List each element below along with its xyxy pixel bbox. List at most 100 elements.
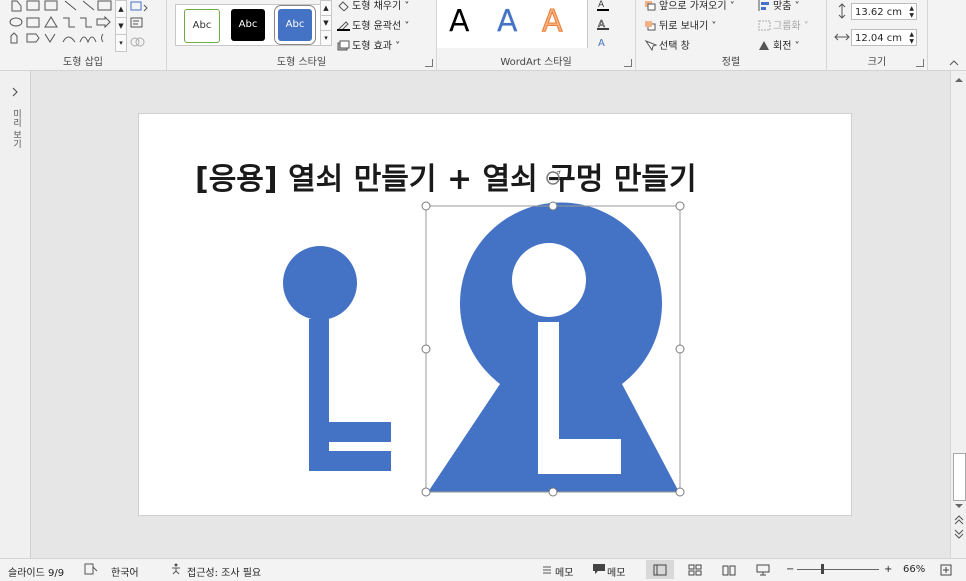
align-label: 맞춤 — [773, 1, 792, 12]
bring-forward-button[interactable]: 앞으로 가져오기 ˅ — [644, 0, 735, 12]
previous-slide-icon[interactable] — [953, 514, 965, 526]
resize-handle-s[interactable] — [548, 487, 558, 497]
scroll-thumb[interactable] — [953, 453, 966, 501]
collapse-ribbon-icon[interactable] — [948, 58, 960, 68]
language-status[interactable]: 한국어 — [111, 564, 139, 579]
keyhole-shape[interactable] — [428, 202, 679, 492]
group-shape-styles: Abc Abc Abc ▲ ▼ ▾ 도형 채우기 ˅ 도형 윤곽선 ˅ 도형 효… — [167, 0, 437, 70]
style-gallery-more-button[interactable]: ▾ — [320, 30, 332, 46]
svg-text:A: A — [598, 38, 605, 48]
slide-sorter-icon[interactable] — [688, 564, 702, 576]
normal-view-icon — [653, 564, 667, 576]
zoom-slider[interactable] — [797, 564, 879, 574]
spellcheck-icon[interactable] — [84, 563, 98, 575]
zoom-level[interactable]: 66% — [903, 564, 925, 575]
thumbnail-pane: 미리 보기 — [0, 71, 31, 558]
expand-pane-icon[interactable] — [9, 86, 21, 98]
wordart-orange[interactable]: A — [542, 4, 564, 40]
wordart-blue[interactable]: A — [497, 4, 518, 40]
shape-height-value: 13.62 cm — [855, 7, 903, 18]
slideshow-icon[interactable] — [756, 564, 770, 576]
merge-shapes-icon[interactable] — [130, 36, 150, 48]
key-shape[interactable] — [283, 246, 391, 471]
accessibility-status[interactable]: 접근성: 조사 필요 — [187, 564, 261, 579]
gallery-up-button[interactable]: ▲ — [115, 0, 127, 18]
group-insert-shapes: ▲ ▼ ▾ 도형 삽입 — [0, 0, 167, 70]
send-backward-label: 뒤로 보내기 — [659, 21, 709, 32]
accessibility-icon[interactable] — [170, 563, 184, 575]
next-slide-icon[interactable] — [953, 528, 965, 540]
resize-handle-nw[interactable] — [421, 201, 431, 211]
style-sample-outline[interactable]: Abc — [184, 9, 220, 43]
group-label-shape-styles: 도형 스타일 — [276, 57, 327, 68]
height-spinner[interactable]: ▲ ▼ — [909, 5, 914, 19]
vertical-scrollbar[interactable] — [950, 71, 966, 558]
send-backward-icon — [645, 21, 656, 31]
style-gallery-up-button[interactable]: ▲ — [320, 0, 332, 16]
edit-shape-icon[interactable] — [130, 0, 150, 12]
style-sample-blue[interactable]: Abc — [278, 9, 312, 41]
shape-effects-label: 도형 효과 — [352, 41, 392, 52]
text-effects-icon[interactable]: A — [597, 36, 617, 48]
normal-view-button[interactable] — [646, 560, 674, 579]
shape-height-input[interactable]: 13.62 cm ▲ ▼ — [851, 3, 917, 20]
notes-button[interactable]: 메모 — [555, 564, 573, 579]
shape-effects-icon — [337, 40, 350, 51]
scroll-up-icon[interactable] — [953, 75, 965, 85]
shape-outline-label: 도형 윤곽선 — [352, 21, 402, 32]
text-fill-icon[interactable]: A — [597, 0, 617, 12]
align-icon — [758, 0, 769, 11]
shape-width-input[interactable]: 12.04 cm ▲ ▼ — [851, 29, 917, 46]
wordart-black[interactable]: A — [449, 4, 470, 40]
gallery-down-button[interactable]: ▼ — [115, 17, 127, 35]
text-outline-icon[interactable]: A — [597, 18, 617, 30]
align-button[interactable]: 맞춤 ˅ — [758, 0, 800, 12]
rotate-handle-icon[interactable] — [546, 170, 561, 185]
resize-handle-ne[interactable] — [675, 201, 685, 211]
rotate-button[interactable]: 회전 ˅ — [758, 37, 800, 52]
shape-style-gallery[interactable]: Abc Abc Abc — [175, 4, 327, 46]
resize-handle-n[interactable] — [548, 201, 558, 211]
shape-effects-button[interactable]: 도형 효과 ˅ — [337, 37, 400, 52]
scroll-down-icon[interactable] — [953, 501, 965, 511]
slide-count[interactable]: 슬라이드 9/9 — [8, 564, 64, 579]
group-button[interactable]: 그룹화 ˅ — [758, 17, 809, 32]
ribbon: ▲ ▼ ▾ 도형 삽입 Abc Abc Abc ▲ ▼ ▾ 도형 채우기 ˅ 도… — [0, 0, 966, 71]
fit-to-window-icon[interactable] — [940, 564, 952, 576]
rotate-icon — [759, 41, 769, 50]
zoom-in-button[interactable]: + — [884, 564, 892, 575]
shape-gallery[interactable] — [8, 0, 120, 50]
bring-forward-icon — [645, 1, 656, 11]
group-label-wordart: WordArt 스타일 — [500, 57, 572, 68]
comments-button[interactable]: 메모 — [607, 564, 625, 579]
shape-outline-button[interactable]: 도형 윤곽선 ˅ — [337, 17, 409, 32]
resize-handle-e[interactable] — [675, 344, 685, 354]
selection-pane-button[interactable]: 선택 창 — [644, 37, 690, 52]
group-label: 그룹화 — [773, 21, 801, 32]
resize-handle-w[interactable] — [421, 344, 431, 354]
send-backward-button[interactable]: 뒤로 보내기 ˅ — [644, 17, 716, 32]
rotate-label: 회전 — [773, 41, 792, 52]
group-label-size: 크기 — [867, 57, 887, 68]
reading-view-icon[interactable] — [722, 564, 736, 576]
wordart-gallery[interactable]: A A A — [437, 0, 588, 48]
gallery-more-button[interactable]: ▾ — [115, 34, 127, 52]
thumbnail-pane-label[interactable]: 미리 보기 — [10, 109, 23, 148]
resize-handle-se[interactable] — [675, 487, 685, 497]
style-gallery-down-button[interactable]: ▼ — [320, 15, 332, 31]
shape-width-value: 12.04 cm — [855, 33, 903, 44]
comments-icon[interactable] — [592, 563, 606, 575]
bring-forward-label: 앞으로 가져오기 — [659, 1, 727, 12]
text-box-icon[interactable] — [130, 17, 150, 29]
selection-pane-icon — [644, 39, 658, 52]
zoom-slider-thumb[interactable] — [821, 564, 824, 574]
slide-canvas[interactable]: [응용] 열쇠 만들기 + 열쇠 구멍 만들기 — [138, 113, 852, 516]
zoom-out-button[interactable]: − — [786, 564, 794, 575]
shape-fill-button[interactable]: 도형 채우기 ˅ — [337, 0, 409, 12]
resize-handle-sw[interactable] — [421, 487, 431, 497]
style-sample-black[interactable]: Abc — [231, 9, 265, 41]
width-spinner[interactable]: ▲ ▼ — [909, 31, 914, 45]
notes-icon[interactable] — [541, 563, 553, 575]
status-bar: 슬라이드 9/9 한국어 접근성: 조사 필요 메모 메모 − + 66% — [0, 558, 966, 581]
pen-icon — [337, 21, 350, 32]
